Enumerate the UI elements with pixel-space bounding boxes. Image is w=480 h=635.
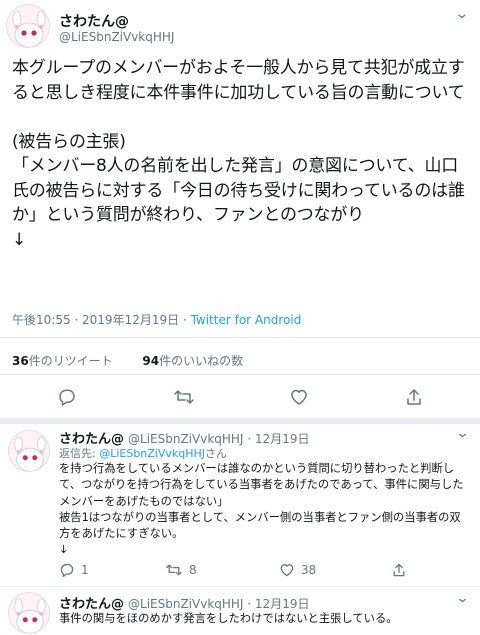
reply-button[interactable]: 1	[59, 562, 89, 578]
reply-tweet[interactable]: さわたん@ @LiESbnZiVvkqHHJ · 12月19日 ⌄ 事件の関与をほ…	[0, 587, 480, 635]
retweet-button[interactable]	[172, 385, 196, 409]
replying-to: 返信先: @LiESbnZiVvkqHHJさん	[59, 445, 227, 461]
like-button[interactable]: 38	[279, 562, 316, 578]
reply-count: 1	[81, 563, 89, 577]
retweets-label: 件のリツイート	[28, 354, 113, 368]
avatar[interactable]	[6, 4, 50, 48]
avatar-character-icon	[9, 431, 49, 471]
avatar-character-icon	[7, 5, 49, 47]
divider	[0, 374, 480, 375]
main-tweet: さわたん@ @LiESbnZiVvkqHHJ ⌄ 本グループのメンバーがおよそ一…	[0, 0, 480, 418]
chevron-down-icon[interactable]: ⌄	[455, 6, 470, 22]
tweet-meta: 午後10:55 · 2019年12月19日 · Twitter for Andr…	[12, 311, 301, 328]
tweet-stats: 36件のリツイート 94件のいいねの数	[12, 352, 243, 369]
share-icon	[393, 563, 405, 577]
reply-tweet[interactable]: さわたん@ @LiESbnZiVvkqHHJ · 12月19日 ⌄ 返信先: @L…	[0, 424, 480, 586]
user-handle[interactable]: @LiESbnZiVvkqHHJ	[59, 30, 174, 44]
tweet-actions	[0, 385, 480, 413]
display-name[interactable]: さわたん@	[59, 597, 124, 612]
likes-stat[interactable]: 94件のいいねの数	[142, 354, 243, 368]
reply-text: を持つ行為をしているメンバーは誰なのかという質問に切り替わったと判断して、つなが…	[59, 462, 464, 557]
likes-count: 94	[142, 354, 160, 368]
retweets-count: 36	[12, 354, 29, 368]
like-button[interactable]	[287, 385, 311, 409]
avatar[interactable]	[8, 592, 50, 634]
retweet-icon	[166, 564, 182, 576]
avatar[interactable]	[8, 430, 50, 472]
retweet-button[interactable]: 8	[165, 562, 197, 578]
chevron-down-icon[interactable]: ⌄	[455, 426, 469, 441]
share-icon	[407, 389, 421, 405]
like-count: 38	[301, 563, 317, 577]
reply-button[interactable]	[55, 385, 79, 409]
timestamp[interactable]: 午後10:55 · 2019年12月19日 ·	[12, 313, 191, 327]
likes-label: 件のいいねの数	[159, 354, 244, 368]
handle-date[interactable]: @LiESbnZiVvkqHHJ · 12月19日	[128, 597, 309, 611]
replying-prefix: 返信先:	[59, 447, 100, 460]
avatar-character-icon	[9, 593, 49, 633]
reply-header: さわたん@ @LiESbnZiVvkqHHJ · 12月19日	[59, 593, 309, 612]
source-link[interactable]: Twitter for Android	[191, 313, 302, 327]
share-button[interactable]	[391, 562, 407, 578]
share-button[interactable]	[402, 385, 426, 409]
display-name[interactable]: さわたん@	[59, 11, 129, 31]
reply-icon	[60, 563, 74, 578]
divider	[0, 337, 480, 338]
retweet-count: 8	[189, 563, 197, 577]
retweet-icon	[174, 390, 194, 404]
reply-icon	[59, 389, 75, 406]
reply-text: 事件の関与をほのめかす発言をしたわけではないと主張している。	[59, 612, 398, 625]
heart-icon	[280, 564, 294, 577]
retweets-stat[interactable]: 36件のリツイート	[12, 354, 113, 368]
tweet-text: 本グループのメンバーがおよそ一般人から見て共犯が成立すると思しき程度に本件事件に…	[12, 58, 465, 250]
heart-icon	[291, 389, 307, 405]
replying-to-link[interactable]: @LiESbnZiVvkqHHJ	[99, 447, 205, 460]
reply-actions: 1 8 38	[59, 562, 459, 582]
chevron-down-icon[interactable]: ⌄	[455, 591, 469, 606]
handle-date[interactable]: @LiESbnZiVvkqHHJ · 12月19日	[128, 432, 309, 446]
replying-suffix: さん	[205, 447, 228, 460]
